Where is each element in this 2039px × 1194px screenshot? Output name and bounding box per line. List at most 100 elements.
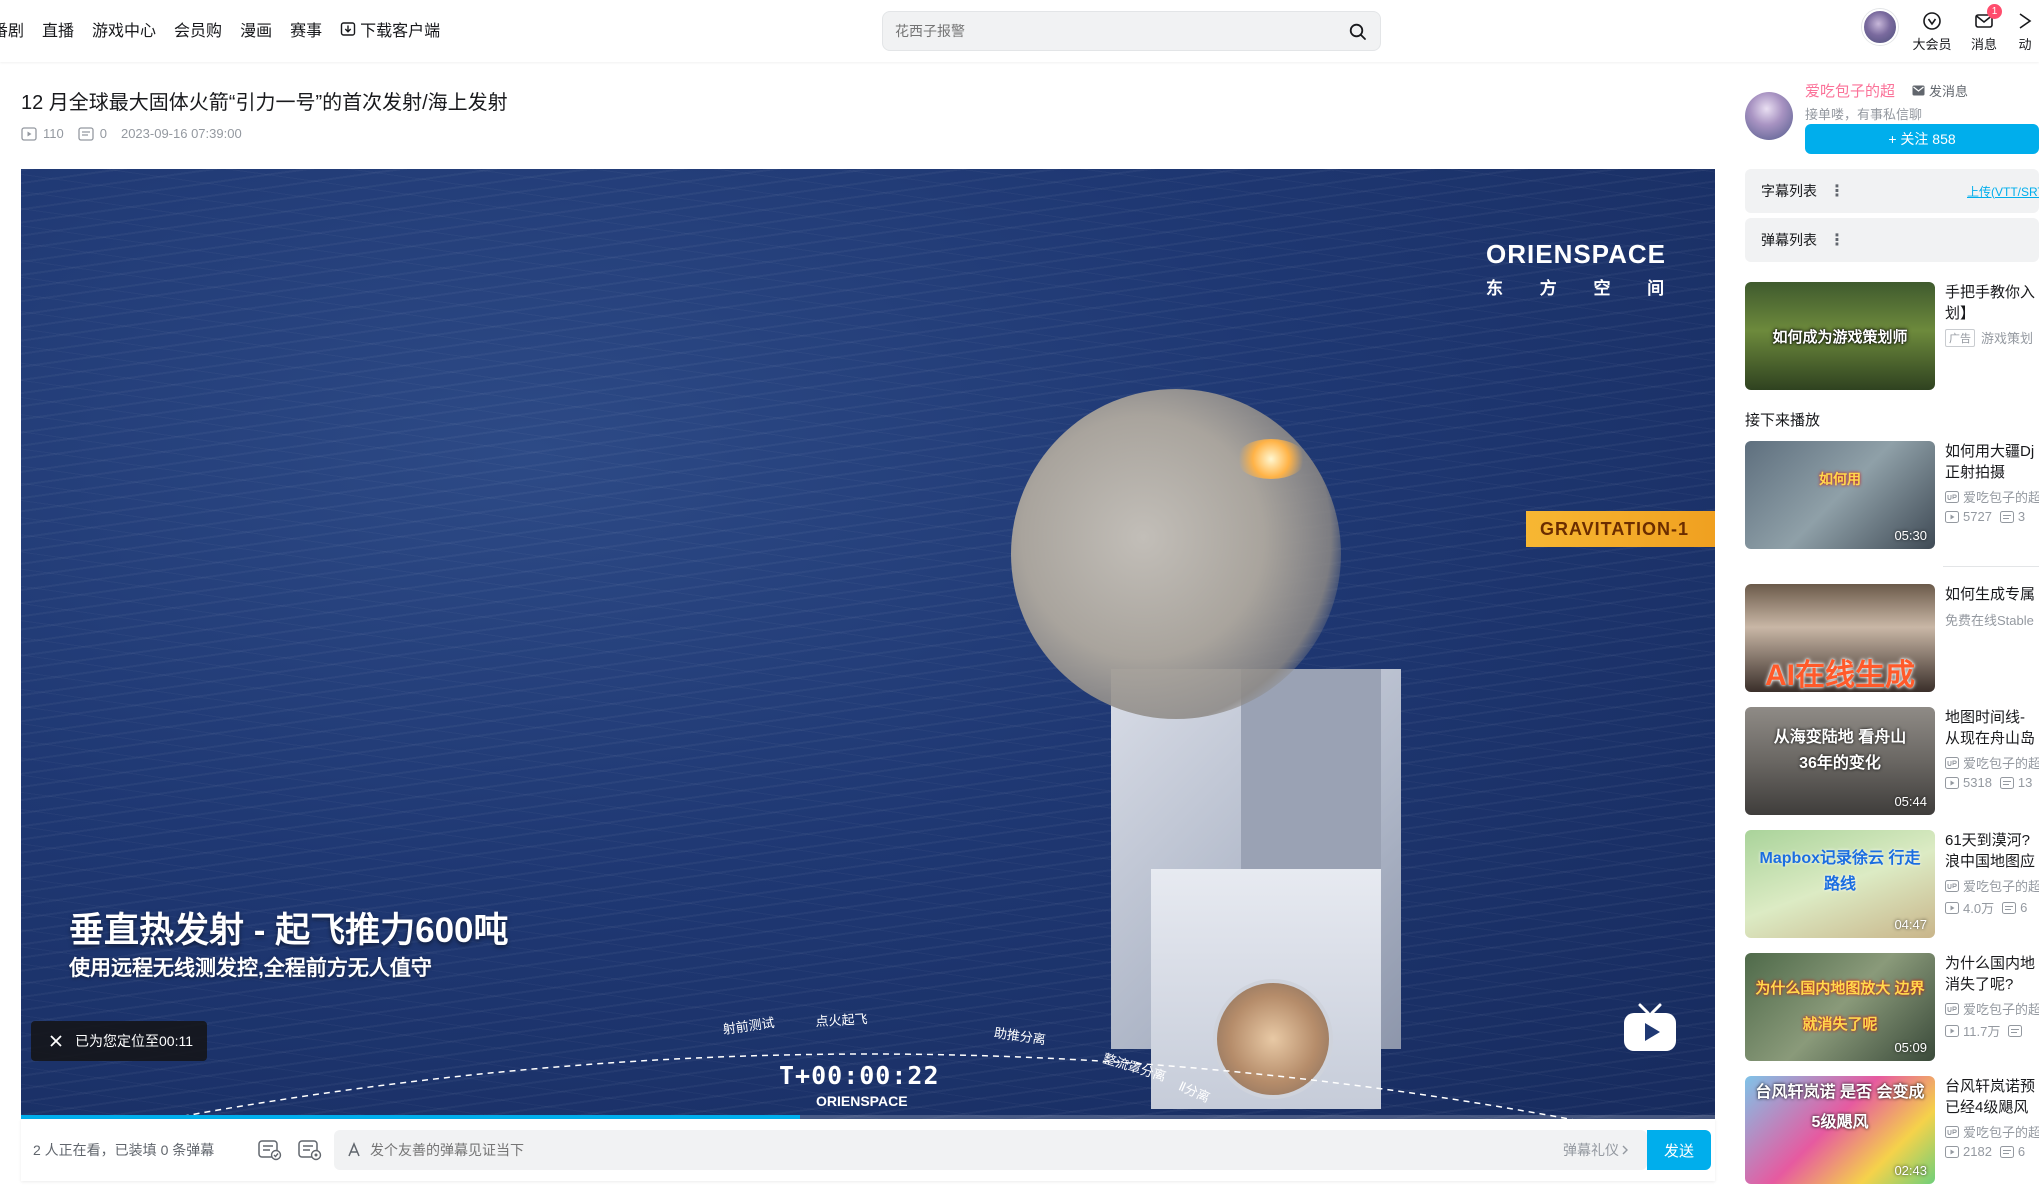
video-thumbnail: 从海变陆地 看舟山36年的变化 05:44 [1745, 707, 1935, 815]
video-card[interactable]: 如何用 05:30 如何用大疆Dj正射拍摄 爱吃包子的超 5727 3 [1745, 441, 2039, 549]
danmaku-etiquette-label: 弹幕礼仪 [1563, 1142, 1619, 1158]
subtitle-list-panel[interactable]: 字幕列表 ⋮ 上传(VTT/SRT [1745, 169, 2039, 213]
up-icon [1945, 1002, 1959, 1015]
video-title: 如何用大疆Dj正射拍摄 [1945, 443, 2035, 481]
tv-icon[interactable] [1621, 1001, 1679, 1058]
thumbnail-text: 为什么国内地图放大 边界就消失了呢 [1755, 980, 1925, 1033]
danmaku-etiquette-link[interactable]: 弹幕礼仪 [1563, 1140, 1631, 1160]
uploader-avatar[interactable] [1745, 92, 1793, 140]
vip-button[interactable]: 大会员 [1912, 6, 1952, 53]
danmaku-count-icon [1999, 776, 2014, 789]
video-plays: 4.0万 [1963, 901, 1995, 916]
video-card[interactable]: Mapbox记录徐云 行走路线 04:47 61天到漠河?浪中国地图应 爱吃包子… [1745, 830, 2039, 938]
rocket-flame-image [1236, 439, 1306, 479]
danmaku-list-panel[interactable]: 弹幕列表 ⋮ [1745, 218, 2039, 262]
nav-item-manga[interactable]: 漫画 [240, 17, 272, 41]
download-icon [340, 22, 356, 36]
video-author: 免费在线Stable [1945, 610, 2034, 629]
mail-icon [1912, 85, 1925, 96]
header-right: 大会员 1 消息 动 [1862, 4, 2032, 56]
send-message-button[interactable]: 发消息 [1912, 81, 1968, 100]
video-author: 爱吃包子的超 [1945, 999, 2039, 1018]
danmaku-toggle-icon[interactable] [255, 1135, 285, 1165]
ad-source: 游戏策划 [1981, 331, 2034, 346]
up-next-label: 接下来播放 [1745, 412, 1821, 429]
follow-button[interactable]: + 关注 858 [1805, 124, 2039, 154]
video-author: 爱吃包子的超 [1945, 876, 2039, 895]
search-input[interactable] [895, 20, 1315, 42]
nav-item-mall[interactable]: 会员购 [174, 17, 222, 41]
ad-thumbnail-text: 如何成为游戏策划师 [1772, 329, 1908, 346]
message-badge: 1 [1987, 4, 2002, 19]
download-label: 下载客户端 [360, 23, 441, 40]
play-count-icon [21, 126, 37, 141]
play-count-value: 110 [43, 126, 64, 141]
video-card[interactable]: 为什么国内地图放大 边界就消失了呢 05:09 为什么国内地消失了呢? 爱吃包子… [1745, 953, 2039, 1061]
danmaku-count-icon [1999, 510, 2014, 523]
danmaku-count-icon [78, 126, 94, 141]
video-title: 12 月全球最大固体火箭“引力一号”的首次发射/海上发射 [21, 92, 508, 114]
uploader-name[interactable]: 爱吃包子的超 [1805, 80, 1895, 101]
video-caption-main: 垂直热发射 - 起飞推力600吨 [69, 911, 509, 950]
uploader-card: 爱吃包子的超 发消息 接单喽，有事私信聊 + 关注 858 [1745, 80, 2039, 160]
play-count-icon [1945, 1024, 1959, 1037]
more-icon[interactable]: ⋮ [1829, 181, 1845, 201]
video-stats: 4.0万 6 [1945, 898, 2027, 917]
ad-thumbnail: 如何成为游戏策划师 [1745, 282, 1935, 390]
search-icon[interactable] [1346, 20, 1370, 44]
video-card[interactable]: AI在线生成 如何生成专属 免费在线Stable [1745, 584, 2039, 692]
video-stats: 11.7万 [1945, 1021, 2026, 1040]
gravitation-tag: GRAVITATION-1 [1526, 511, 1715, 547]
subtitle-upload-link[interactable]: 上传(VTT/SRT [1967, 183, 2039, 200]
video-duration: 05:44 [1894, 794, 1927, 809]
up-icon [1945, 1125, 1959, 1138]
messages-label: 消息 [1970, 37, 1997, 52]
video-thumbnail: Mapbox记录徐云 行走路线 04:47 [1745, 830, 1935, 938]
nav-item-anime[interactable]: 番剧 [0, 17, 24, 41]
video-thumbnail: 如何用 05:30 [1745, 441, 1935, 549]
nav-item-game-center[interactable]: 游戏中心 [92, 17, 156, 41]
nav-item-download[interactable]: 下载客户端 [340, 17, 440, 41]
video-duration: 05:09 [1894, 1040, 1927, 1055]
ad-meta: 广告 游戏策划 [1945, 328, 2033, 347]
messages-button[interactable]: 1 消息 [1966, 4, 2002, 53]
danmaku-style-icon[interactable] [346, 1142, 362, 1158]
nav-item-esports[interactable]: 赛事 [290, 17, 322, 41]
vip-label: 大会员 [1912, 37, 1952, 52]
danmaku-count-value: 0 [99, 126, 107, 141]
danmaku-count-icon [2002, 901, 2017, 914]
up-icon [1945, 490, 1959, 503]
video-player[interactable]: ORIENSPACE 东 方 空 间 GRAVITATION-1 垂直热发射 -… [21, 169, 1715, 1119]
danmaku-count-icon [2008, 1024, 2023, 1037]
search-box [882, 11, 1381, 51]
rocket-smoke-image [1011, 389, 1341, 719]
more-icon[interactable]: ⋮ [1829, 230, 1845, 250]
danmaku-count: 0 [78, 126, 107, 141]
video-card[interactable]: 从海变陆地 看舟山36年的变化 05:44 地图时间线-从现在舟山岛周 爱吃包子… [1745, 707, 2039, 815]
up-icon [1945, 879, 1959, 892]
nav-item-live[interactable]: 直播 [42, 17, 74, 41]
danmaku-input[interactable] [370, 1142, 1563, 1158]
video-author-name: 爱吃包子的超 [1963, 756, 2039, 771]
orienspace-small-logo: ORIENSPACE [816, 1093, 908, 1109]
thumbnail-text: 从海变陆地 看舟山36年的变化 [1773, 729, 1907, 772]
send-button[interactable]: 发送 [1647, 1130, 1711, 1170]
dynamics-button[interactable]: 动 [2018, 6, 2032, 53]
orienspace-logo: ORIENSPACE 东 方 空 间 [1486, 239, 1680, 299]
video-meta: 110 0 2023-09-16 07:39:00 [21, 126, 256, 141]
video-author: 爱吃包子的超 [1945, 1122, 2039, 1141]
danmaku-settings-icon[interactable] [295, 1135, 325, 1165]
video-author-name: 免费在线Stable [1945, 613, 2034, 628]
resume-toast: 已为您定位至00:11 [31, 1021, 207, 1061]
ad-card[interactable]: 如何成为游戏策划师 手把手教你入划】 广告 游戏策划 [1745, 282, 2039, 390]
close-icon[interactable] [49, 1034, 63, 1048]
video-card[interactable]: 台风轩岚诺 是否 会变成5级飓风 02:43 台风轩岚诺预已经4级飓风 爱吃包子… [1745, 1076, 2039, 1184]
video-duration: 04:47 [1894, 917, 1927, 932]
ad-tag: 广告 [1945, 328, 1975, 347]
uploader-description: 接单喽，有事私信聊 [1805, 107, 1923, 122]
user-avatar[interactable] [1862, 9, 1898, 45]
vip-icon [1923, 12, 1941, 30]
video-comments: 3 [2017, 509, 2026, 524]
video-author: 爱吃包子的超 [1945, 487, 2039, 506]
dynamics-label: 动 [2018, 37, 2032, 52]
